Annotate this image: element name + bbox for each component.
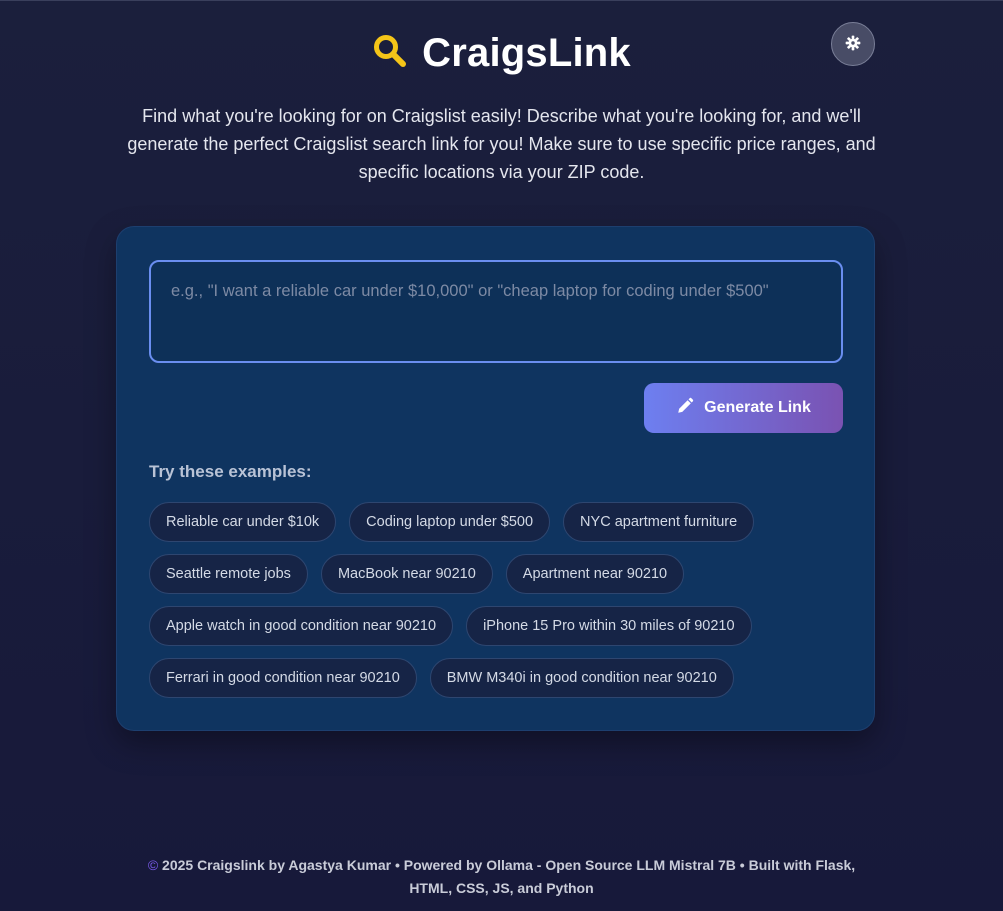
search-card: Generate Link Try these examples: Reliab… <box>116 226 875 731</box>
footer-line-1: © 2025 Craigslink by Agastya Kumar • Pow… <box>0 854 1003 877</box>
example-chip[interactable]: Seattle remote jobs <box>149 554 308 594</box>
example-chip[interactable]: Ferrari in good condition near 90210 <box>149 658 417 698</box>
examples-list: Reliable car under $10k Coding laptop un… <box>149 502 843 698</box>
example-chip[interactable]: Reliable car under $10k <box>149 502 337 542</box>
pencil-icon <box>676 397 694 420</box>
example-chip[interactable]: MacBook near 90210 <box>320 554 493 594</box>
footer-line-2: HTML, CSS, JS, and Python <box>409 880 594 896</box>
generate-link-button[interactable]: Generate Link <box>644 383 843 433</box>
footer: © 2025 Craigslink by Agastya Kumar • Pow… <box>0 854 1003 900</box>
copyright-symbol: © <box>147 857 159 873</box>
footer-credits: 2025 Craigslink by Agastya Kumar • Power… <box>162 857 856 873</box>
page: CraigsLink Find what you're looking for … <box>0 0 1003 911</box>
app-header: CraigsLink <box>0 31 1003 76</box>
search-input[interactable] <box>149 260 843 363</box>
example-chip[interactable]: Apple watch in good condition near 90210 <box>149 606 454 646</box>
example-chip[interactable]: Apartment near 90210 <box>505 554 685 594</box>
tagline: Find what you're looking for on Craigsli… <box>127 106 876 182</box>
examples-title: Try these examples: <box>149 462 312 481</box>
example-chip[interactable]: Coding laptop under $500 <box>349 502 551 542</box>
example-chip[interactable]: BMW M340i in good condition near 90210 <box>429 658 734 698</box>
search-icon <box>372 33 408 74</box>
generate-link-label: Generate Link <box>704 399 811 416</box>
app-title: CraigsLink <box>422 31 631 75</box>
example-chip[interactable]: NYC apartment furniture <box>563 502 755 542</box>
example-chip[interactable]: iPhone 15 Pro within 30 miles of 90210 <box>466 606 752 646</box>
